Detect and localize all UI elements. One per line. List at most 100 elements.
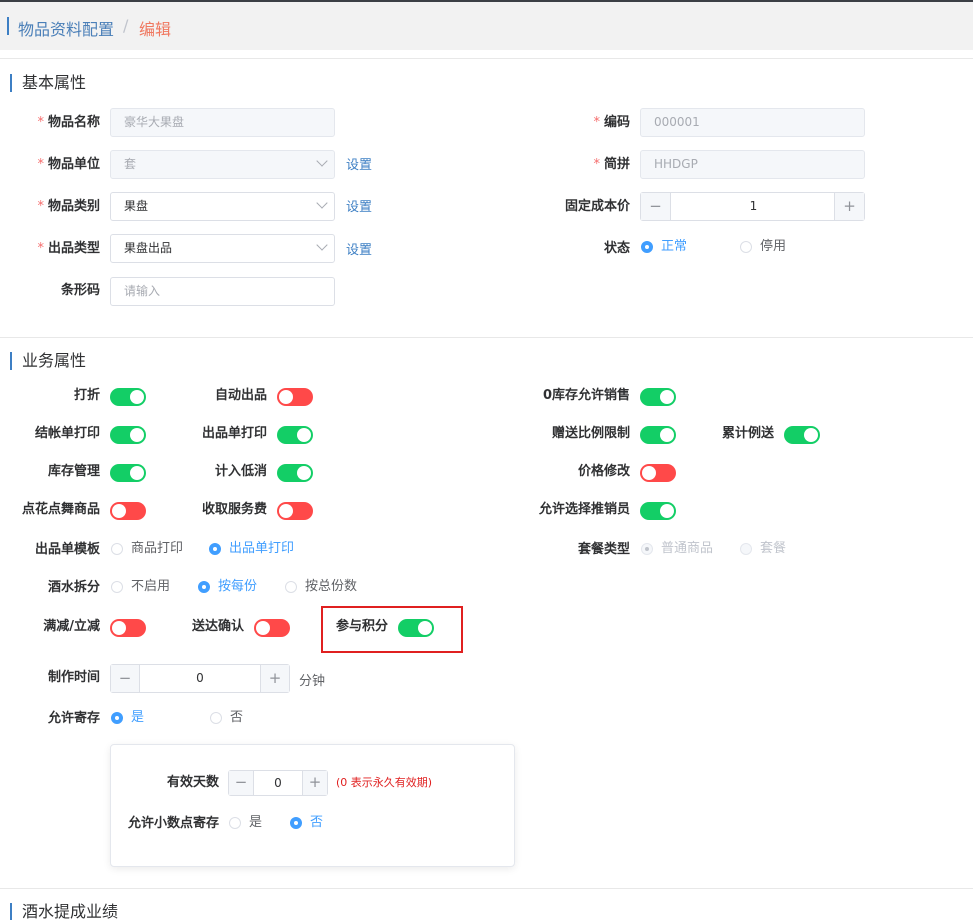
status-radio-disabled[interactable]: 停用 [740, 238, 786, 256]
valid-days-stepper: − 0 + [228, 770, 328, 796]
make-time-label: 制作时间 [47, 670, 100, 685]
radio-dot [198, 581, 210, 593]
wine-split-label: 酒水拆分 [47, 580, 100, 595]
out-type-select[interactable]: 果盘出品 [110, 234, 335, 263]
pinyin-field[interactable]: HHDGP [640, 150, 865, 179]
chevron-down-icon [316, 239, 328, 251]
radio-dot [209, 543, 221, 555]
out-template-label: 出品单模板 [34, 542, 100, 557]
storage-radio-no[interactable]: 否 [210, 709, 243, 727]
unit-settings-link[interactable]: 设置 [346, 157, 372, 175]
stock-mgmt-label: 库存管理 [47, 464, 100, 479]
package-type-radio-normal[interactable]: 普通商品 [641, 540, 713, 558]
category-select[interactable]: 果盘 [110, 192, 335, 221]
package-type-label: 套餐类型 [577, 542, 630, 557]
radio-dot [641, 241, 653, 253]
divider [0, 888, 973, 889]
barcode-input[interactable]: 请输入 [110, 277, 335, 306]
stock-mgmt-toggle[interactable] [110, 464, 146, 482]
breadcrumb-parent[interactable]: 物品资料配置 [18, 16, 114, 40]
valid-days-value[interactable]: 0 [254, 771, 302, 795]
points-toggle[interactable] [398, 619, 434, 637]
radio-dot [290, 817, 302, 829]
wine-split-radio-total[interactable]: 按总份数 [285, 578, 357, 596]
increment-button[interactable]: + [834, 193, 864, 220]
auto-out-label: 自动出品 [214, 388, 267, 403]
discount-label: 打折 [73, 388, 100, 403]
section-title-basic: 基本属性 [10, 74, 86, 92]
price-edit-toggle[interactable] [640, 464, 676, 482]
dance-toggle[interactable] [110, 502, 146, 520]
radio-dot [285, 581, 297, 593]
radio-dot [111, 543, 123, 555]
discount-toggle[interactable] [110, 388, 146, 406]
reduce-toggle[interactable] [110, 619, 146, 637]
gift-ratio-label: 赠送比例限制 [551, 426, 630, 441]
unit-label: * 物品单位 [37, 157, 100, 172]
radio-dot [229, 817, 241, 829]
valid-days-hint: (0 表示永久有效期) [336, 776, 433, 789]
cost-value[interactable]: 1 [671, 193, 836, 220]
points-label: 参与积分 [335, 619, 388, 634]
status-radio-normal[interactable]: 正常 [641, 238, 687, 256]
section-title-business: 业务属性 [10, 352, 86, 370]
dance-label: 点花点舞商品 [21, 502, 100, 517]
storage-panel: 有效天数 − 0 + (0 表示永久有效期) 允许小数点寄存 是 否 [110, 744, 515, 867]
choose-sales-toggle[interactable] [640, 502, 676, 520]
deliver-confirm-toggle[interactable] [254, 619, 290, 637]
decrement-button[interactable]: − [111, 665, 140, 692]
breadcrumb-separator: / [123, 16, 129, 35]
radio-dot [210, 712, 222, 724]
accum-gift-toggle[interactable] [784, 426, 820, 444]
cost-label: 固定成本价 [564, 199, 630, 214]
status-label: 状态 [603, 241, 630, 256]
name-field[interactable]: 豪华大果盘 [110, 108, 335, 137]
out-template-radio-out[interactable]: 出品单打印 [209, 540, 294, 558]
divider [0, 58, 973, 59]
bill-print-label: 结帐单打印 [34, 426, 100, 441]
increment-button[interactable]: + [260, 665, 289, 692]
barcode-label: 条形码 [60, 283, 100, 298]
decrement-button[interactable]: − [641, 193, 671, 220]
package-type-radio-set[interactable]: 套餐 [740, 540, 786, 558]
pinyin-label: * 简拼 [593, 157, 630, 172]
zero-stock-toggle[interactable] [640, 388, 676, 406]
bill-print-toggle[interactable] [110, 426, 146, 444]
low-consume-toggle[interactable] [277, 464, 313, 482]
wine-split-radio-off[interactable]: 不启用 [111, 578, 170, 596]
out-print-toggle[interactable] [277, 426, 313, 444]
unit-select[interactable]: 套 [110, 150, 335, 179]
reduce-label: 满减/立减 [43, 619, 100, 634]
category-label: * 物品类别 [37, 199, 100, 214]
gift-ratio-toggle[interactable] [640, 426, 676, 444]
low-consume-label: 计入低消 [214, 464, 267, 479]
radio-dot [111, 712, 123, 724]
service-fee-toggle[interactable] [277, 502, 313, 520]
storage-radio-yes[interactable]: 是 [111, 709, 144, 727]
section-title-commission: 酒水提成业绩 [10, 903, 118, 920]
make-time-value[interactable]: 0 [140, 665, 260, 692]
divider [0, 337, 973, 338]
decimal-radio-yes[interactable]: 是 [229, 814, 262, 832]
radio-dot [641, 543, 653, 555]
cost-stepper: − 1 + [640, 192, 865, 221]
valid-days-label: 有效天数 [166, 775, 219, 790]
service-fee-label: 收取服务费 [201, 502, 267, 517]
out-template-radio-goods[interactable]: 商品打印 [111, 540, 183, 558]
chevron-down-icon [316, 197, 328, 209]
auto-out-toggle[interactable] [277, 388, 313, 406]
radio-dot [111, 581, 123, 593]
decimal-storage-label: 允许小数点寄存 [127, 816, 219, 831]
decrement-button[interactable]: − [229, 771, 254, 795]
increment-button[interactable]: + [302, 771, 327, 795]
out-print-label: 出品单打印 [201, 426, 267, 441]
breadcrumb-accent [7, 17, 9, 35]
decimal-radio-no[interactable]: 否 [290, 814, 323, 832]
wine-split-radio-each[interactable]: 按每份 [198, 578, 257, 596]
code-field[interactable]: 000001 [640, 108, 865, 137]
out-type-settings-link[interactable]: 设置 [346, 242, 372, 260]
deliver-confirm-label: 送达确认 [191, 619, 244, 634]
chevron-down-icon [316, 155, 328, 167]
make-time-stepper: − 0 + [110, 664, 290, 693]
category-settings-link[interactable]: 设置 [346, 199, 372, 217]
